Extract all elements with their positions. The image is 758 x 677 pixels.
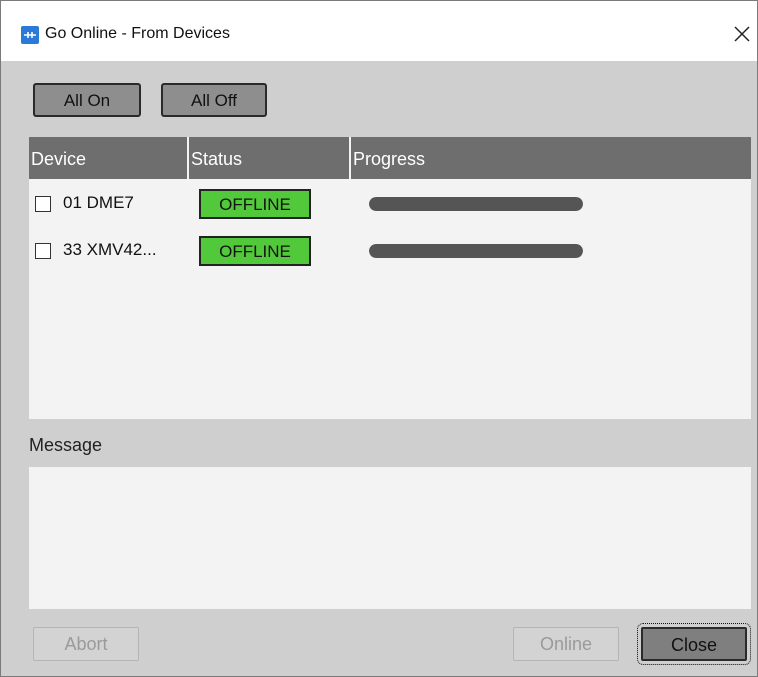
device-name: 33 XMV42... [63, 240, 157, 259]
column-header-device[interactable]: Device [31, 137, 86, 179]
progress-bar-fill [369, 244, 583, 258]
all-on-button[interactable]: All On [33, 83, 141, 117]
message-label: Message [29, 435, 103, 455]
progress-bar [369, 244, 583, 258]
online-button[interactable]: Online [513, 627, 619, 661]
device-list: Device Status Progress 01 DME7 OFFLINE 3… [29, 137, 751, 419]
title-bar: Go Online - From Devices [1, 1, 757, 61]
status-badge: OFFLINE [199, 236, 311, 266]
abort-button[interactable]: Abort [33, 627, 139, 661]
message-box [29, 467, 751, 609]
window-title: Go Online - From Devices [45, 25, 230, 42]
progress-bar-fill [369, 197, 583, 211]
progress-bar [369, 197, 583, 211]
close-icon[interactable] [727, 17, 757, 51]
device-row[interactable]: 01 DME7 OFFLINE [29, 185, 751, 225]
device-checkbox[interactable] [35, 196, 51, 212]
app-icon [21, 26, 39, 44]
all-off-button[interactable]: All Off [161, 83, 267, 117]
list-header: Device Status Progress [29, 137, 751, 179]
device-checkbox[interactable] [35, 243, 51, 259]
column-header-status[interactable]: Status [191, 137, 242, 179]
column-separator[interactable] [187, 137, 189, 179]
column-separator[interactable] [349, 137, 351, 179]
device-name: 01 DME7 [63, 193, 134, 212]
go-online-dialog: Go Online - From Devices All On All Off … [0, 0, 758, 677]
close-button[interactable]: Close [637, 623, 751, 665]
status-badge: OFFLINE [199, 189, 311, 219]
column-header-progress[interactable]: Progress [353, 137, 425, 179]
device-row[interactable]: 33 XMV42... OFFLINE [29, 232, 751, 272]
